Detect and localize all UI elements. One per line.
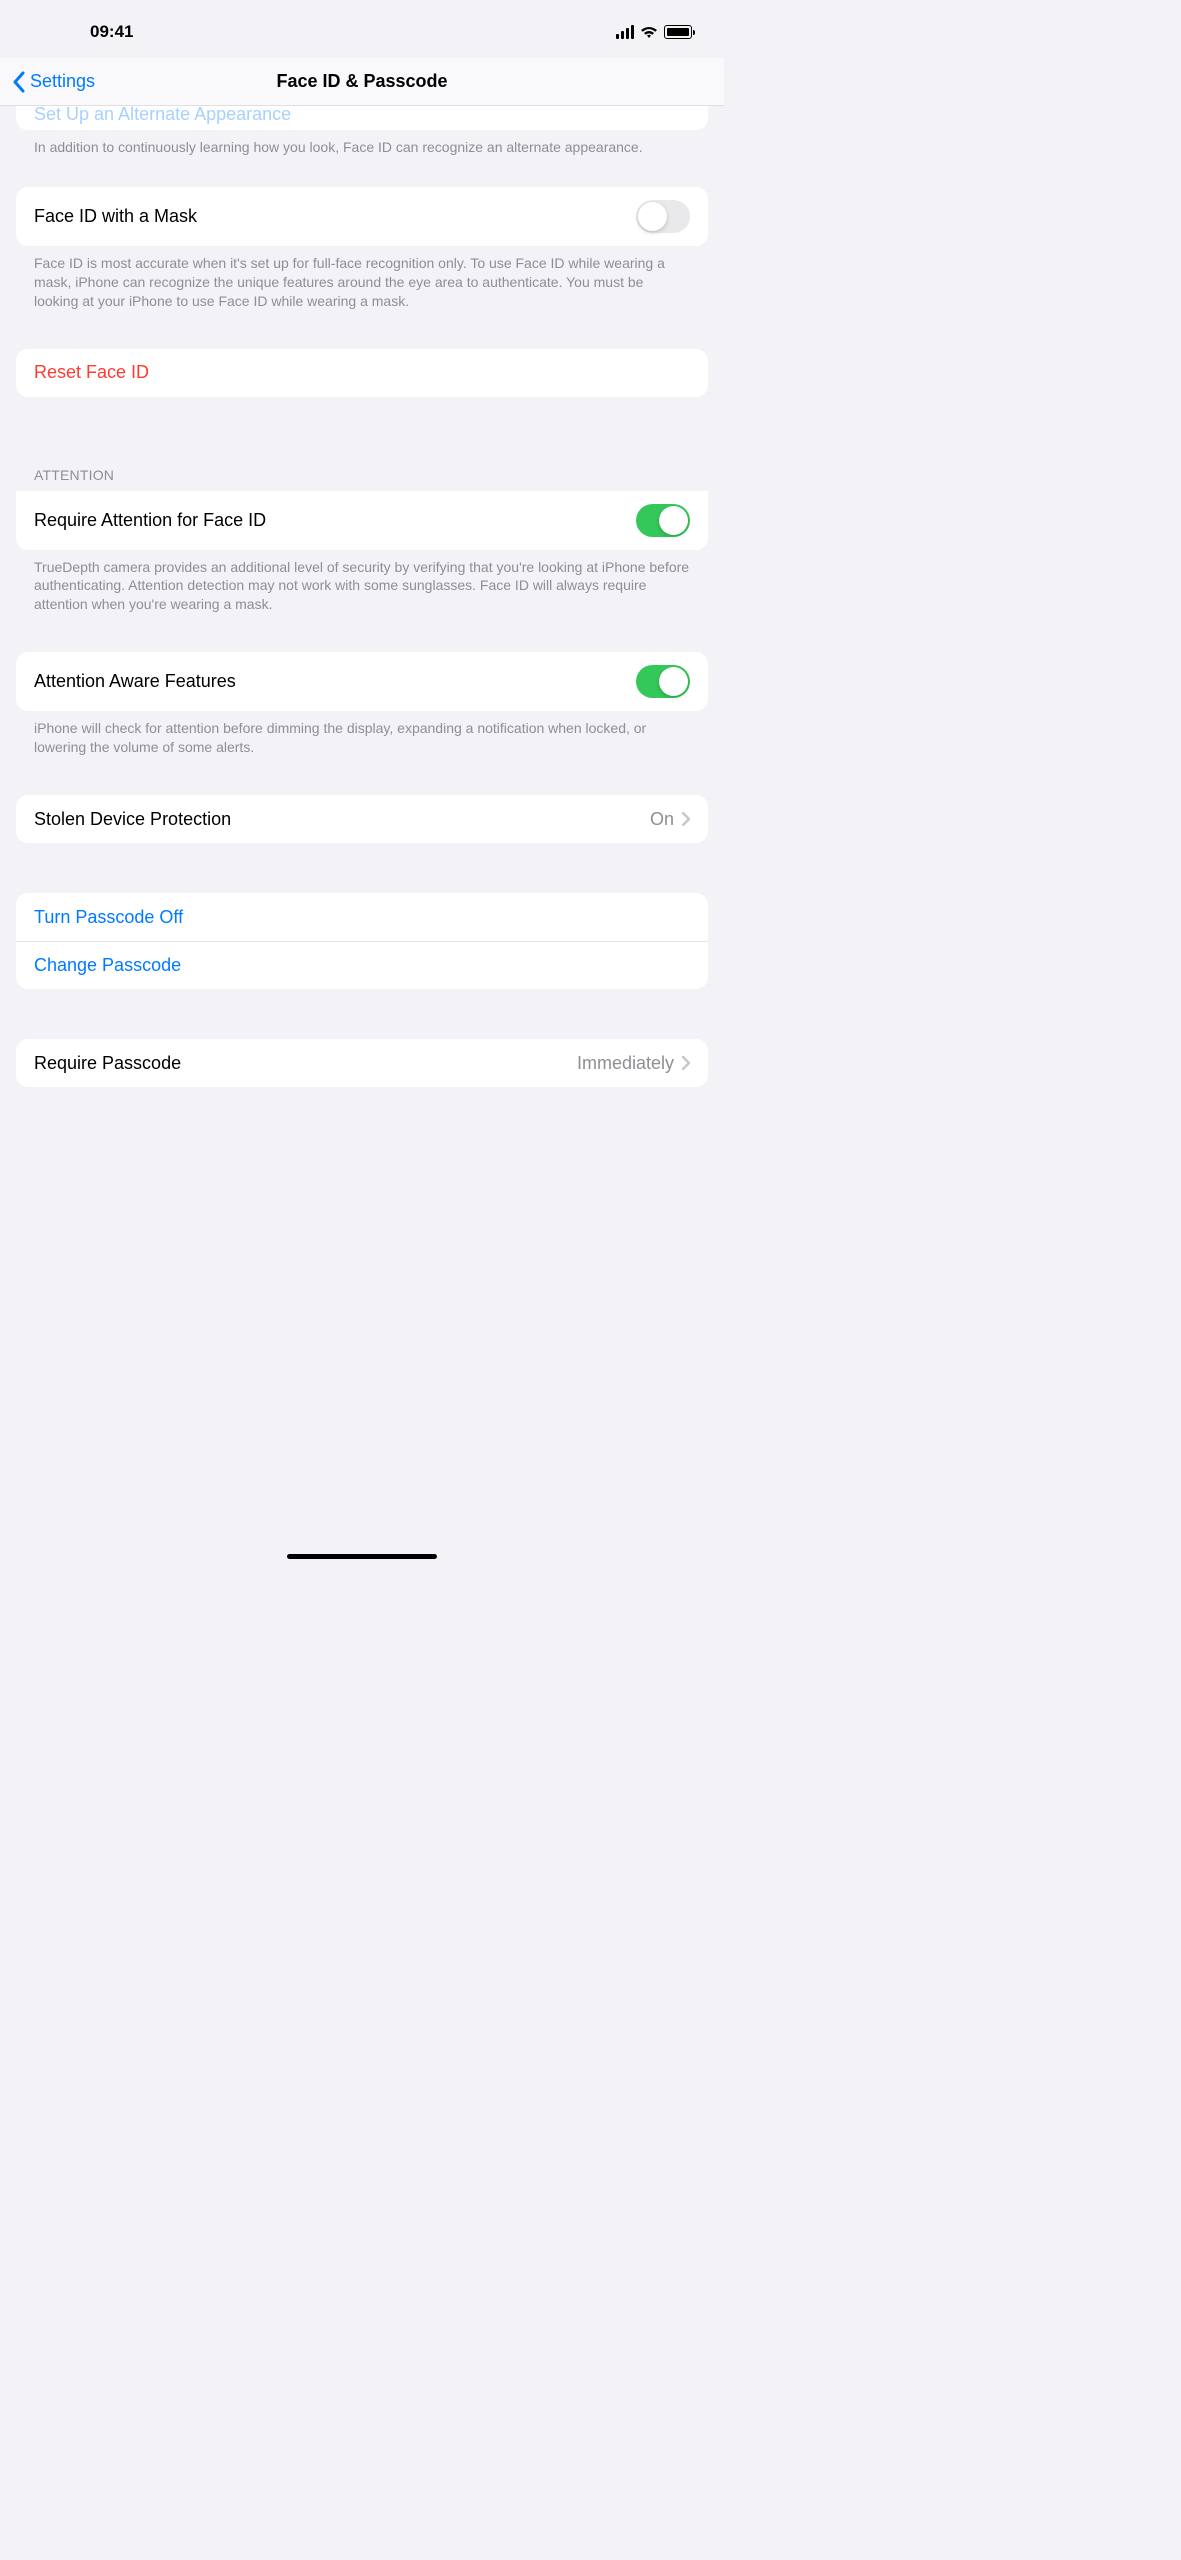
change-passcode-cell[interactable]: Change Passcode [16, 941, 708, 989]
attention-aware-label: Attention Aware Features [34, 671, 236, 692]
require-attention-toggle[interactable] [636, 504, 690, 537]
require-passcode-label: Require Passcode [34, 1053, 181, 1074]
chevron-right-icon [682, 1056, 690, 1070]
mask-label: Face ID with a Mask [34, 206, 197, 227]
page-title: Face ID & Passcode [276, 71, 447, 92]
face-id-mask-cell[interactable]: Face ID with a Mask [16, 187, 708, 246]
back-button[interactable]: Settings [0, 71, 95, 93]
chevron-right-icon [682, 812, 690, 826]
require-passcode-value: Immediately [577, 1053, 674, 1074]
reset-label: Reset Face ID [34, 362, 149, 383]
battery-icon [664, 25, 692, 39]
change-passcode-label: Change Passcode [34, 955, 181, 976]
attention-header: Attention [16, 467, 708, 491]
alternate-label: Set Up an Alternate Appearance [34, 106, 291, 125]
attention-aware-footer: iPhone will check for attention before d… [16, 711, 708, 757]
require-attention-cell[interactable]: Require Attention for Face ID [16, 491, 708, 550]
stolen-value: On [650, 809, 674, 830]
turn-passcode-off-cell[interactable]: Turn Passcode Off [16, 893, 708, 941]
status-time: 09:41 [90, 22, 133, 42]
wifi-icon [640, 25, 658, 39]
turn-off-label: Turn Passcode Off [34, 907, 183, 928]
require-attention-label: Require Attention for Face ID [34, 510, 266, 531]
require-passcode-cell[interactable]: Require Passcode Immediately [16, 1039, 708, 1087]
require-attention-footer: TrueDepth camera provides an additional … [16, 550, 708, 615]
mask-footer: Face ID is most accurate when it's set u… [16, 246, 708, 311]
stolen-device-cell[interactable]: Stolen Device Protection On [16, 795, 708, 843]
attention-aware-toggle[interactable] [636, 665, 690, 698]
back-label: Settings [30, 71, 95, 92]
alternate-appearance-cell[interactable]: Set Up an Alternate Appearance [16, 106, 708, 130]
chevron-left-icon [12, 71, 26, 93]
mask-toggle[interactable] [636, 200, 690, 233]
status-bar: 09:41 [0, 0, 724, 58]
alternate-footer: In addition to continuously learning how… [16, 130, 708, 157]
cellular-signal-icon [616, 25, 634, 39]
attention-aware-cell[interactable]: Attention Aware Features [16, 652, 708, 711]
stolen-label: Stolen Device Protection [34, 809, 231, 830]
home-indicator[interactable] [287, 1554, 437, 1559]
status-icons [616, 25, 692, 39]
reset-face-id-cell[interactable]: Reset Face ID [16, 349, 708, 397]
navigation-bar: Settings Face ID & Passcode [0, 58, 724, 106]
